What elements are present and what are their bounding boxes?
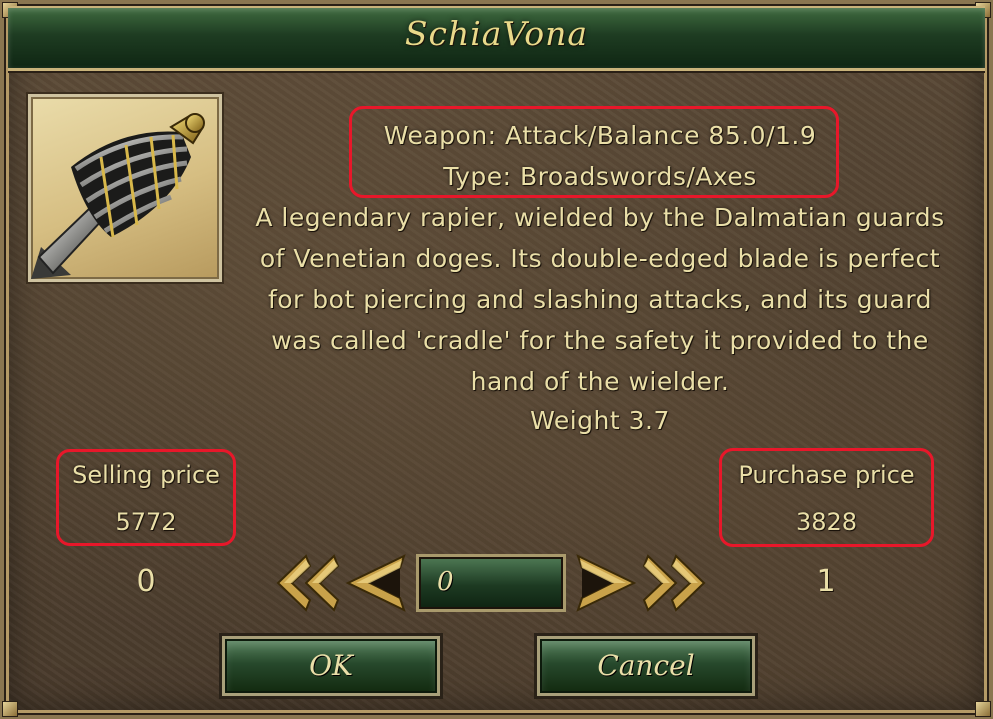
schiavona-hilt-icon bbox=[31, 113, 205, 279]
double-right-arrow-icon bbox=[642, 554, 706, 612]
merchant-stock-count: 1 bbox=[816, 564, 836, 599]
selling-price-label: Selling price bbox=[72, 461, 220, 489]
description-line: of Venetian doges. Its double-edged blad… bbox=[259, 244, 941, 273]
corner-ornament bbox=[2, 701, 18, 717]
dialog-title: SchiaVona bbox=[404, 14, 589, 53]
description-line: hand of the wielder. bbox=[470, 367, 730, 396]
transfer-one-right-button[interactable] bbox=[574, 552, 638, 614]
item-weight: Weight 3.7 bbox=[530, 406, 670, 435]
cancel-button[interactable]: Cancel bbox=[537, 636, 755, 696]
ok-button[interactable]: OK bbox=[222, 636, 440, 696]
description-line: was called 'cradle' for the safety it pr… bbox=[271, 326, 929, 355]
cancel-button-label: Cancel bbox=[597, 649, 695, 682]
corner-ornament bbox=[975, 701, 991, 717]
double-left-arrow-icon bbox=[276, 554, 340, 612]
player-stock-count: 0 bbox=[136, 564, 156, 599]
transfer-one-left-button[interactable] bbox=[344, 552, 408, 614]
quantity-field[interactable]: 0 bbox=[416, 554, 566, 612]
ok-button-label: OK bbox=[309, 649, 353, 682]
description-line: for bot piercing and slashing attacks, a… bbox=[267, 285, 933, 314]
title-bar: SchiaVona bbox=[8, 6, 985, 71]
left-arrow-icon bbox=[345, 554, 406, 612]
right-arrow-icon bbox=[576, 554, 637, 612]
weapon-stats: Weapon: Attack/Balance 85.0/1.9 bbox=[383, 121, 817, 150]
quantity-value: 0 bbox=[437, 567, 454, 597]
weapon-type: Type: Broadswords/Axes bbox=[443, 162, 757, 191]
transfer-all-left-button[interactable] bbox=[276, 552, 340, 614]
purchase-price-value: 3828 bbox=[795, 508, 858, 536]
transfer-all-right-button[interactable] bbox=[642, 552, 706, 614]
purchase-price-label: Purchase price bbox=[738, 461, 915, 489]
item-portrait bbox=[28, 94, 222, 282]
selling-price-value: 5772 bbox=[115, 508, 177, 536]
description-line: A legendary rapier, wielded by the Dalma… bbox=[255, 203, 945, 232]
